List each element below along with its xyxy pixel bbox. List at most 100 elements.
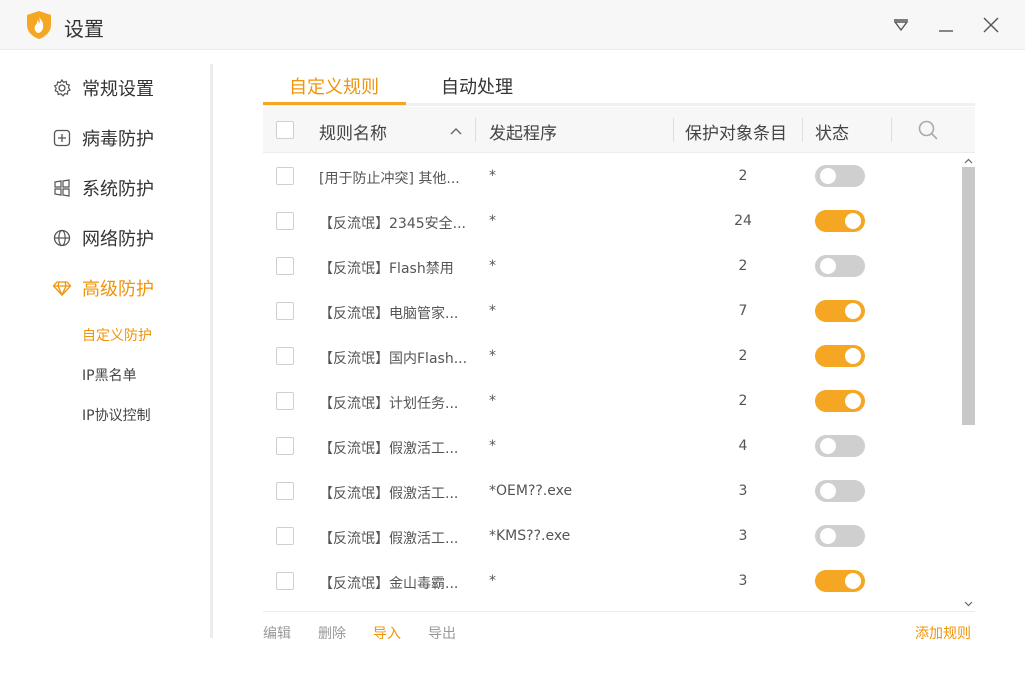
column-header-name[interactable]: 规则名称 bbox=[319, 119, 387, 144]
row-checkbox[interactable] bbox=[276, 527, 294, 545]
row-checkbox[interactable] bbox=[276, 257, 294, 275]
table-row[interactable]: 【反流氓】Flash禁用 * 2 bbox=[263, 244, 960, 289]
tab-custom-rules[interactable]: 自定义规则 bbox=[289, 73, 379, 99]
search-icon[interactable] bbox=[917, 119, 939, 141]
rule-name: 【反流氓】金山毒霸... bbox=[319, 576, 459, 592]
column-separator bbox=[673, 118, 674, 142]
scroll-down-chevron-icon[interactable] bbox=[962, 598, 975, 610]
sidebar-item-network[interactable]: 网络防护 bbox=[52, 223, 154, 253]
table-row[interactable]: 【反流氓】假激活工... * 4 bbox=[263, 424, 960, 469]
rule-program: * bbox=[489, 393, 496, 409]
row-checkbox[interactable] bbox=[276, 347, 294, 365]
row-checkbox[interactable] bbox=[276, 437, 294, 455]
rule-count: 3 bbox=[738, 483, 748, 499]
rule-count: 2 bbox=[738, 258, 748, 274]
status-toggle[interactable] bbox=[815, 210, 865, 232]
rule-program: * bbox=[489, 303, 496, 319]
row-checkbox[interactable] bbox=[276, 572, 294, 590]
row-checkbox[interactable] bbox=[276, 302, 294, 320]
tab-auto-handle[interactable]: 自动处理 bbox=[441, 73, 513, 99]
gear-icon bbox=[52, 78, 72, 98]
row-checkbox[interactable] bbox=[276, 212, 294, 230]
windows-icon bbox=[52, 178, 72, 198]
rule-name: 【反流氓】Flash禁用 bbox=[319, 261, 454, 277]
rule-count: 2 bbox=[738, 168, 748, 184]
title-bar: 设置 bbox=[0, 0, 1025, 50]
sidebar-subitem-ip-protocol[interactable]: IP协议控制 bbox=[82, 405, 151, 425]
rule-program: * bbox=[489, 348, 496, 364]
sidebar-subitem-ip-blacklist[interactable]: IP黑名单 bbox=[82, 365, 137, 385]
status-toggle[interactable] bbox=[815, 345, 865, 367]
scroll-up-chevron-icon[interactable] bbox=[962, 155, 975, 167]
scrollbar-thumb[interactable] bbox=[962, 167, 975, 425]
rule-program: * bbox=[489, 213, 496, 229]
sidebar-item-label: 高级防护 bbox=[82, 279, 154, 300]
import-button[interactable]: 导入 bbox=[373, 623, 401, 643]
rule-name: 【反流氓】2345安全... bbox=[319, 216, 466, 232]
table-row[interactable]: 【反流氓】电脑管家... * 7 bbox=[263, 289, 960, 334]
rule-name: 【反流氓】假激活工... bbox=[319, 441, 459, 457]
rule-program: *KMS??.exe bbox=[489, 528, 571, 544]
sidebar-item-advanced[interactable]: 高级防护 bbox=[52, 273, 154, 303]
table-row[interactable]: 【反流氓】计划任务... * 2 bbox=[263, 379, 960, 424]
add-rule-button[interactable]: 添加规则 bbox=[915, 623, 971, 643]
sidebar-subitem-custom-protection[interactable]: 自定义防护 bbox=[82, 325, 152, 345]
table-row[interactable]: 【反流氓】金山毒霸... * 3 bbox=[263, 559, 960, 604]
column-header-count[interactable]: 保护对象条目 bbox=[685, 119, 787, 144]
sidebar-item-system[interactable]: 系统防护 bbox=[52, 173, 154, 203]
close-icon[interactable] bbox=[978, 12, 1004, 38]
status-toggle[interactable] bbox=[815, 525, 865, 547]
table-row[interactable]: [用于防止冲突] 其他... * 2 bbox=[263, 154, 960, 199]
diamond-icon bbox=[52, 278, 72, 298]
rule-name: 【反流氓】电脑管家... bbox=[319, 306, 459, 322]
column-separator bbox=[802, 118, 803, 142]
column-header-status[interactable]: 状态 bbox=[815, 119, 849, 144]
rule-count: 3 bbox=[738, 573, 748, 589]
row-checkbox[interactable] bbox=[276, 482, 294, 500]
rule-name: 【反流氓】国内Flash... bbox=[319, 351, 468, 367]
tab-bar: 自定义规则 自动处理 bbox=[263, 62, 975, 106]
row-checkbox[interactable] bbox=[276, 392, 294, 410]
rule-name: 【反流氓】计划任务... bbox=[319, 396, 459, 412]
table-row[interactable]: 【反流氓】假激活工... *KMS??.exe 3 bbox=[263, 514, 960, 559]
shield-logo-icon bbox=[26, 10, 52, 40]
rule-program: * bbox=[489, 573, 496, 589]
rule-count: 3 bbox=[738, 528, 748, 544]
delete-button[interactable]: 删除 bbox=[318, 623, 346, 643]
menu-dropdown-icon[interactable] bbox=[888, 12, 914, 38]
rule-name: 【反流氓】假激活工... bbox=[319, 486, 459, 502]
minimize-icon[interactable] bbox=[933, 12, 959, 38]
table-row[interactable]: 【反流氓】2345安全... * 24 bbox=[263, 199, 960, 244]
footer-divider bbox=[263, 611, 975, 612]
export-button[interactable]: 导出 bbox=[428, 623, 456, 643]
status-toggle[interactable] bbox=[815, 255, 865, 277]
sidebar-item-label: 常规设置 bbox=[82, 79, 154, 100]
sidebar-divider bbox=[210, 64, 213, 638]
status-toggle[interactable] bbox=[815, 300, 865, 322]
table-header: 规则名称 发起程序 保护对象条目 状态 bbox=[263, 107, 975, 153]
plus-square-icon bbox=[52, 128, 72, 148]
sidebar-item-label: 网络防护 bbox=[82, 229, 154, 250]
column-header-program[interactable]: 发起程序 bbox=[489, 119, 557, 144]
rule-count: 7 bbox=[738, 303, 748, 319]
rule-count: 2 bbox=[738, 348, 748, 364]
sidebar-item-label: 病毒防护 bbox=[82, 129, 154, 150]
table-row[interactable]: 【反流氓】假激活工... *OEM??.exe 3 bbox=[263, 469, 960, 514]
status-toggle[interactable] bbox=[815, 435, 865, 457]
sidebar-item-virus[interactable]: 病毒防护 bbox=[52, 123, 154, 153]
status-toggle[interactable] bbox=[815, 165, 865, 187]
status-toggle[interactable] bbox=[815, 390, 865, 412]
rule-count: 4 bbox=[738, 438, 748, 454]
edit-button[interactable]: 编辑 bbox=[263, 623, 291, 643]
status-toggle[interactable] bbox=[815, 480, 865, 502]
table-row[interactable]: 【反流氓】国内Flash... * 2 bbox=[263, 334, 960, 379]
rule-program: *OEM??.exe bbox=[489, 483, 573, 499]
status-toggle[interactable] bbox=[815, 570, 865, 592]
sidebar-item-general[interactable]: 常规设置 bbox=[52, 73, 154, 103]
select-all-checkbox[interactable] bbox=[276, 121, 294, 139]
column-separator bbox=[891, 118, 892, 142]
active-tab-indicator bbox=[263, 102, 406, 105]
row-checkbox[interactable] bbox=[276, 167, 294, 185]
sort-chevron-up-icon[interactable] bbox=[449, 123, 463, 137]
rule-program: * bbox=[489, 168, 496, 184]
